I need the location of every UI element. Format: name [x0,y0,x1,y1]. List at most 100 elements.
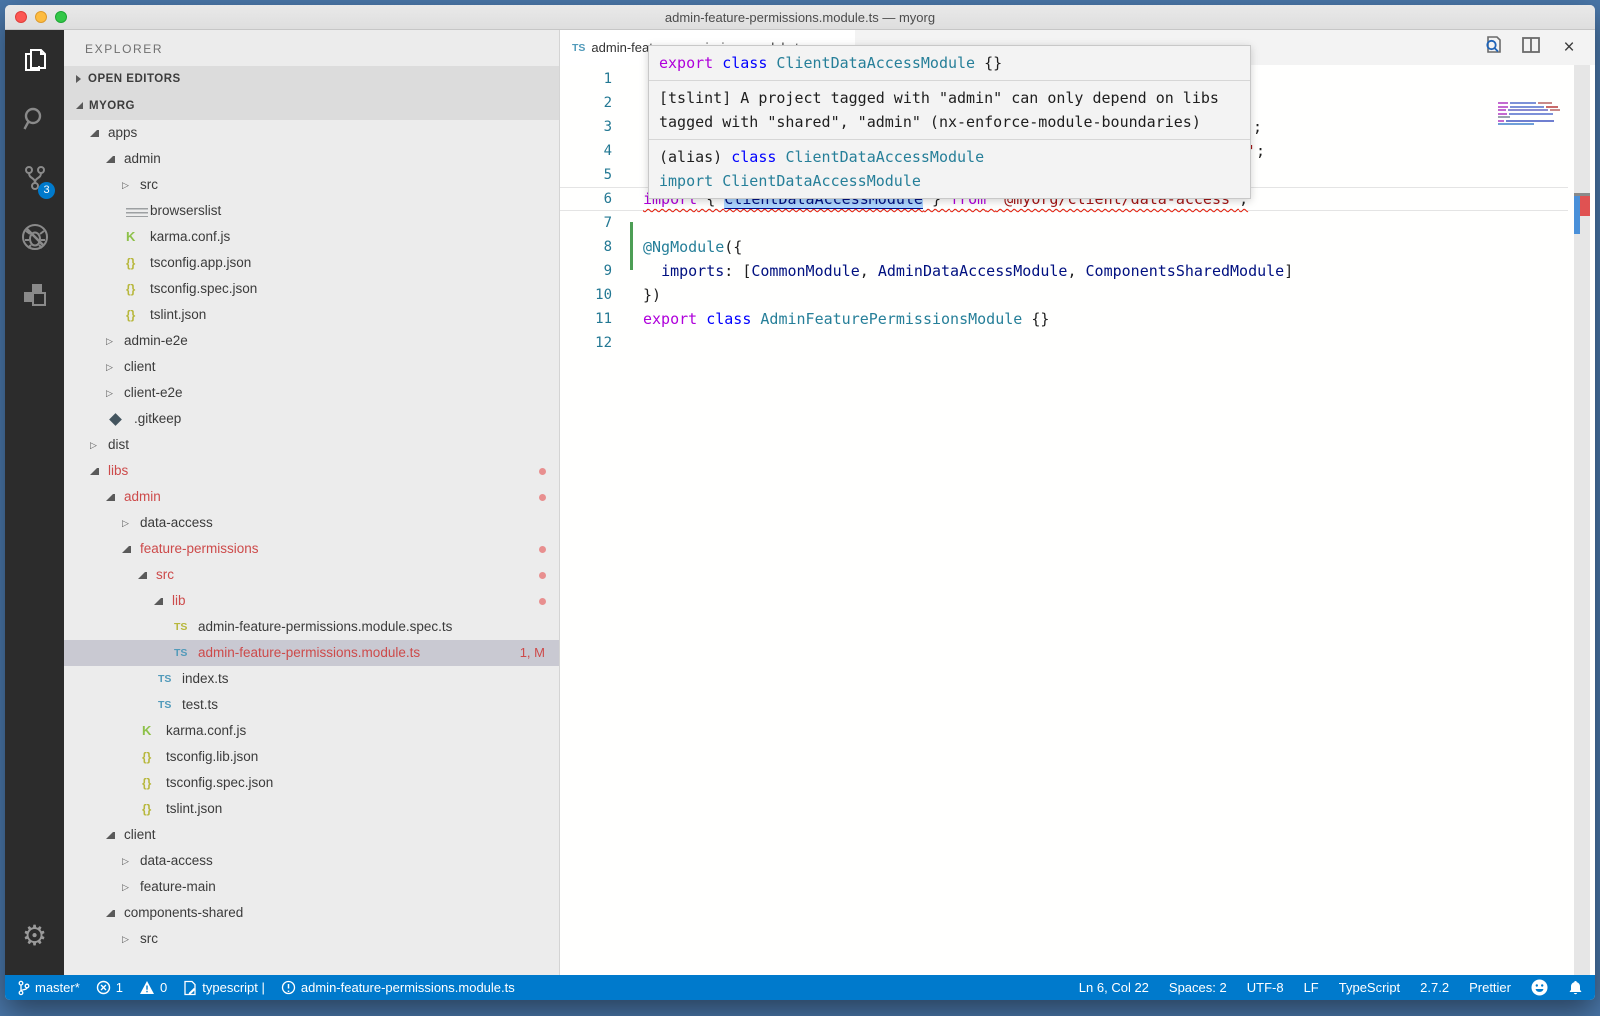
tree-item-dist[interactable]: ▷dist [64,432,559,458]
tree-item-admin-feature-permissions.module.ts[interactable]: TSadmin-feature-permissions.module.ts1, … [64,640,559,666]
tree-item-src[interactable]: src [64,562,559,588]
notifications-bell-button[interactable] [1568,980,1583,996]
error-icon [96,980,111,995]
status-right-utf-8[interactable]: UTF-8 [1247,980,1284,995]
branch-indicator[interactable]: master* [17,980,80,996]
status-right-lf[interactable]: LF [1304,980,1319,995]
tree-item-tslint.json[interactable]: {}tslint.json [64,302,559,328]
tree-item-label: components-shared [124,900,243,926]
json-file-icon: {} [142,770,164,796]
scrollbar[interactable] [1574,65,1590,975]
minimap[interactable] [1498,102,1562,128]
tree-item-karma.conf.js[interactable]: Kkarma.conf.js [64,718,559,744]
tree-item-tsconfig.spec.json[interactable]: {}tsconfig.spec.json [64,276,559,302]
tree-item-src[interactable]: ▷src [64,172,559,198]
tree-item-tslint.json[interactable]: {}tslint.json [64,796,559,822]
status-right-ln-6-col-22[interactable]: Ln 6, Col 22 [1079,980,1149,995]
tree-item-admin[interactable]: admin [64,484,559,510]
sidebar-title: EXPLORER [64,30,559,66]
tree-item-libs[interactable]: libs [64,458,559,484]
tree-item-client-e2e[interactable]: ▷client-e2e [64,380,559,406]
code-line-12[interactable]: 12 [560,331,1595,355]
settings-gear-button[interactable]: ⚙ [5,913,64,957]
tree-item-.gitkeep[interactable]: .gitkeep [64,406,559,432]
files-icon [20,45,50,75]
linter-status[interactable]: typescript | [183,980,265,996]
line-number: 5 [560,163,612,187]
tree-item-src[interactable]: ▷src [64,926,559,952]
code-line-10[interactable]: 10}) [560,283,1595,307]
activity-search[interactable] [5,89,64,148]
tree-item-test.ts[interactable]: TStest.ts [64,692,559,718]
twisty-expanded-icon [106,910,115,917]
split-editor-button[interactable] [1519,36,1543,60]
code-token: ClientDataAccessModule [785,148,984,166]
code-token: AdminDataAccessModule [878,262,1068,280]
twisty-collapsed-icon: ▷ [106,380,122,406]
ts-file-icon: TS [572,42,585,54]
tree-item-client[interactable]: ▷client [64,354,559,380]
tree-item-feature-permissions[interactable]: feature-permissions [64,536,559,562]
code-line-7[interactable]: 7 [560,211,1595,235]
twisty-expanded-icon [122,546,131,553]
tree-item-label: client-e2e [124,380,183,406]
code-line-9[interactable]: 9 imports: [CommonModule, AdminDataAcces… [560,259,1595,283]
tree-item-label: tsconfig.spec.json [150,276,257,302]
line-number: 3 [560,115,612,139]
section-label: MYORG [89,93,135,119]
bell-icon [1568,980,1583,996]
tree-item-label: .gitkeep [134,406,181,432]
activity-extensions[interactable] [5,266,64,325]
tree-item-lib[interactable]: lib [64,588,559,614]
close-icon: × [1563,36,1574,60]
tree-item-admin-feature-permissions.module.spec.ts[interactable]: TSadmin-feature-permissions.module.spec.… [64,614,559,640]
file-problems-status[interactable]: admin-feature-permissions.module.ts [281,980,515,995]
open-editors-header[interactable]: OPEN EDITORS [64,66,559,92]
title-bar: admin-feature-permissions.module.ts — my… [5,5,1595,30]
workspace-root-header[interactable]: MYORG [64,92,559,120]
tree-item-apps[interactable]: apps [64,120,559,146]
tree-item-label: browserslist [150,198,221,224]
scm-badge: 3 [38,182,55,199]
json-file-icon: {} [142,796,164,822]
code-line-8[interactable]: 8@NgModule({ [560,235,1595,259]
tree-item-admin-e2e[interactable]: ▷admin-e2e [64,328,559,354]
tree-item-label: admin [124,146,161,172]
status-right-2-7-2[interactable]: 2.7.2 [1420,980,1449,995]
close-tab-button[interactable]: × [1557,36,1581,60]
status-right-spaces-2[interactable]: Spaces: 2 [1169,980,1227,995]
json-file-icon: {} [142,744,164,770]
status-right-prettier[interactable]: Prettier [1469,980,1511,995]
twisty-expanded-icon [154,598,163,605]
tree-item-tsconfig.spec.json[interactable]: {}tsconfig.spec.json [64,770,559,796]
code-token: CommonModule [751,262,859,280]
activity-explorer[interactable] [5,30,64,89]
activity-debug[interactable] [5,207,64,266]
tree-item-client[interactable]: client [64,822,559,848]
open-preview-button[interactable] [1481,36,1505,60]
tree-item-tsconfig.lib.json[interactable]: {}tsconfig.lib.json [64,744,559,770]
section-label: OPEN EDITORS [88,66,181,92]
tree-item-admin[interactable]: admin [64,146,559,172]
line-number: 4 [560,139,612,163]
json-file-icon: {} [126,302,148,328]
feedback-smiley-button[interactable] [1531,979,1548,996]
tree-item-index.ts[interactable]: TSindex.ts [64,666,559,692]
code-line-11[interactable]: 11export class AdminFeaturePermissionsMo… [560,307,1595,331]
status-right-typescript[interactable]: TypeScript [1339,980,1400,995]
tree-item-label: src [140,172,158,198]
line-number: 12 [560,331,612,355]
tree-item-browserslist[interactable]: browserslist [64,198,559,224]
code-area[interactable]: 123;4';56import { ClientDataAccessModule… [560,65,1595,975]
tree-item-tsconfig.app.json[interactable]: {}tsconfig.app.json [64,250,559,276]
code-token: ; [1256,142,1265,160]
tree-item-data-access[interactable]: ▷data-access [64,510,559,536]
code-token: class [731,148,776,166]
tree-item-feature-main[interactable]: ▷feature-main [64,874,559,900]
tree-item-components-shared[interactable]: components-shared [64,900,559,926]
tree-item-karma.conf.js[interactable]: Kkarma.conf.js [64,224,559,250]
problems-indicator[interactable]: 1 0 [96,980,167,995]
activity-source-control[interactable]: 3 [5,148,64,207]
tree-item-data-access[interactable]: ▷data-access [64,848,559,874]
tree-item-label: admin-feature-permissions.module.spec.ts [198,614,452,640]
